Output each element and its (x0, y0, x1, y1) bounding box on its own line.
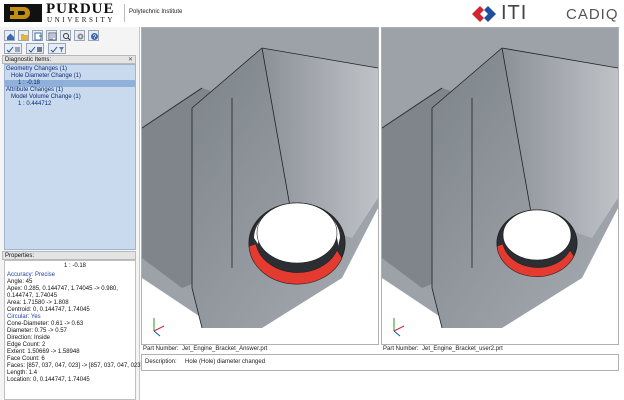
vendor-name: ITI (501, 2, 528, 24)
prop-row: Centroid: 0, 0.144747, 1.74045 (7, 307, 90, 313)
prop-row: Face Count: 6 (7, 356, 45, 362)
diagnostics-title-bar: Diagnostic Items: ✕ (2, 55, 136, 64)
close-icon[interactable]: ✕ (128, 56, 133, 64)
help-icon: ? (91, 33, 98, 41)
prop-row: Area: 1.71580 -> 1.808 (7, 300, 69, 306)
prop-row: Edge Count: 2 (7, 342, 46, 348)
home-button[interactable] (4, 30, 15, 41)
left-part-label: Part Number: Jet_Engine_Bracket_Answer.p… (143, 346, 268, 352)
check-all-button[interactable] (26, 43, 44, 54)
axis-triad-icon (153, 318, 165, 337)
prop-row: Circular: Yes (7, 314, 41, 320)
export-icon (34, 32, 42, 41)
open-button[interactable] (18, 30, 29, 41)
prop-row: Cone-Diameter: 0.61 -> 0.63 (7, 321, 84, 327)
left-part-value: Jet_Engine_Bracket_Answer.prt (182, 346, 268, 352)
search-icon (63, 33, 71, 41)
description-value: Hole (Hole) diameter changed (185, 359, 266, 365)
bracket-model-left (142, 28, 378, 337)
properties-panel: 1 : -0.18 Accuracy: Precise Angle: 45 Ap… (4, 260, 142, 400)
prop-row: Direction: Inside (7, 335, 51, 341)
tree-item-model-volume[interactable]: Model Volume Change (1) (11, 94, 81, 101)
left-panel: ? Diagnostic Items: ✕ Geometry Changes (… (0, 27, 142, 400)
tree-item-geometry-changes[interactable]: Geometry Changes (1) (6, 66, 67, 73)
diagnostics-tree: Geometry Changes (1) Hole Diameter Chang… (4, 64, 136, 250)
prop-row: Accuracy: Precise (7, 272, 56, 278)
purdue-logo-icon (4, 4, 42, 22)
prop-row: Apex: 0.285, 0.144747, 1.74045 -> 0.980, (7, 286, 118, 292)
header-divider (124, 4, 125, 22)
properties-title: Properties: (5, 253, 35, 259)
home-icon (7, 33, 14, 40)
prop-row: Diameter: 0.75 -> 0.57 (7, 328, 67, 334)
export-button[interactable] (32, 30, 43, 41)
axis-triad-icon (393, 318, 405, 337)
open-file-icon (21, 34, 28, 40)
right-part-value: Jet_Engine_Bracket_user2.prt (422, 346, 503, 352)
tree-item-hole-diameter[interactable]: Hole Diameter Change (1) (11, 73, 81, 80)
prop-row: Angle: 45 (7, 279, 33, 285)
settings-icon (77, 33, 84, 40)
tree-item-volume-value[interactable]: 1 : 0.444712 (18, 101, 51, 108)
prop-row: Extent: 1.50669 -> 1.58948 (7, 349, 80, 355)
viewport-left[interactable] (141, 27, 379, 345)
search-button[interactable] (60, 30, 71, 41)
check-filter-button[interactable] (48, 43, 66, 54)
iti-logo-icon (472, 6, 496, 22)
prop-row: 0.144747, 1.74045 (7, 293, 58, 299)
description-label: Description: (145, 359, 177, 365)
properties-title-bar: Properties: (2, 251, 136, 260)
help-button[interactable]: ? (88, 30, 99, 41)
check-geometry-icon (6, 46, 20, 53)
right-part-label: Part Number: Jet_Engine_Bracket_user2.pr… (383, 346, 503, 352)
settings-button[interactable] (74, 30, 85, 41)
app-header: PURDUE UNIVERSITY Polytechnic Institute … (0, 0, 624, 27)
bracket-model-right (382, 28, 618, 337)
description-box: Description: Hole (Hole) diameter change… (141, 354, 619, 371)
check-all-icon (28, 46, 42, 53)
tree-item-hole-value[interactable]: 1 : -0.18 (18, 80, 40, 87)
tree-item-attribute-changes[interactable]: Attribute Changes (1) (6, 87, 63, 94)
prop-row: Faces: [857, 037, 047, 023] -> [857, 037… (7, 363, 143, 369)
report-button[interactable] (46, 30, 57, 41)
product-name: CADIQ (566, 6, 619, 23)
prop-row: Length: 1.4 (7, 370, 38, 376)
check-filter-icon (50, 46, 64, 53)
viewport-right[interactable] (381, 27, 619, 345)
prop-row: Location: 0, 0.144747, 1.74045 (7, 377, 90, 383)
diagnostics-title: Diagnostic Items: (5, 57, 52, 63)
check-geometry-button[interactable] (4, 43, 22, 54)
department-label: Polytechnic Institute (129, 9, 183, 15)
report-icon (48, 32, 57, 41)
properties-header-value: 1 : -0.18 (64, 263, 87, 269)
university-sub: UNIVERSITY (47, 16, 115, 24)
